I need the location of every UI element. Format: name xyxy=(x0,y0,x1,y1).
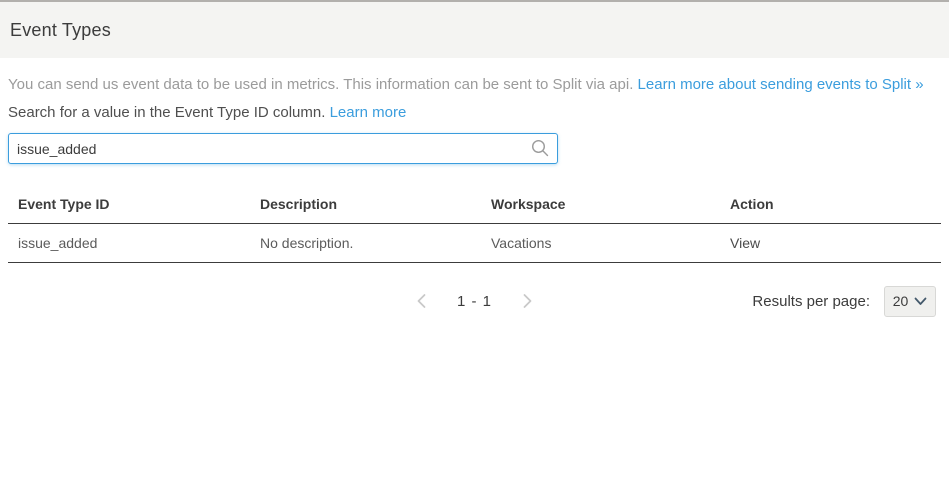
cell-description: No description. xyxy=(250,235,481,251)
column-header-description: Description xyxy=(250,196,481,212)
search-hint: Search for a value in the Event Type ID … xyxy=(8,103,941,122)
intro-text: You can send us event data to be used in… xyxy=(8,75,941,94)
view-action-link[interactable]: View xyxy=(730,235,760,251)
page-header: Event Types xyxy=(0,2,949,58)
page-title: Event Types xyxy=(10,20,111,41)
results-per-page-value: 20 xyxy=(893,293,909,309)
search-hint-body: Search for a value in the Event Type ID … xyxy=(8,104,325,121)
event-types-page: Event Types You can send us event data t… xyxy=(0,0,949,496)
column-header-workspace: Workspace xyxy=(481,196,720,212)
results-per-page: Results per page: 20 xyxy=(752,284,936,318)
results-per-page-label: Results per page: xyxy=(752,293,870,310)
table-row: issue_added No description. Vacations Vi… xyxy=(8,224,941,263)
event-types-table: Event Type ID Description Workspace Acti… xyxy=(8,185,941,263)
search-box xyxy=(8,133,558,164)
learn-more-sending-events-link[interactable]: Learn more about sending events to Split… xyxy=(638,76,924,93)
chevron-down-icon xyxy=(914,297,927,306)
cell-event-type-id: issue_added xyxy=(8,235,250,251)
chevron-right-icon[interactable] xyxy=(522,293,533,309)
learn-more-link[interactable]: Learn more xyxy=(330,104,407,121)
table-footer: 1 - 1 Results per page: 20 xyxy=(0,284,949,318)
chevron-left-icon[interactable] xyxy=(416,293,427,309)
table-header-row: Event Type ID Description Workspace Acti… xyxy=(8,185,941,224)
results-per-page-select[interactable]: 20 xyxy=(884,286,936,317)
search-input[interactable] xyxy=(8,133,558,164)
pagination-range: 1 - 1 xyxy=(457,293,492,310)
cell-workspace: Vacations xyxy=(481,235,720,251)
column-header-action: Action xyxy=(720,196,941,212)
column-header-event-type-id: Event Type ID xyxy=(8,196,250,212)
intro-text-body: You can send us event data to be used in… xyxy=(8,76,633,93)
